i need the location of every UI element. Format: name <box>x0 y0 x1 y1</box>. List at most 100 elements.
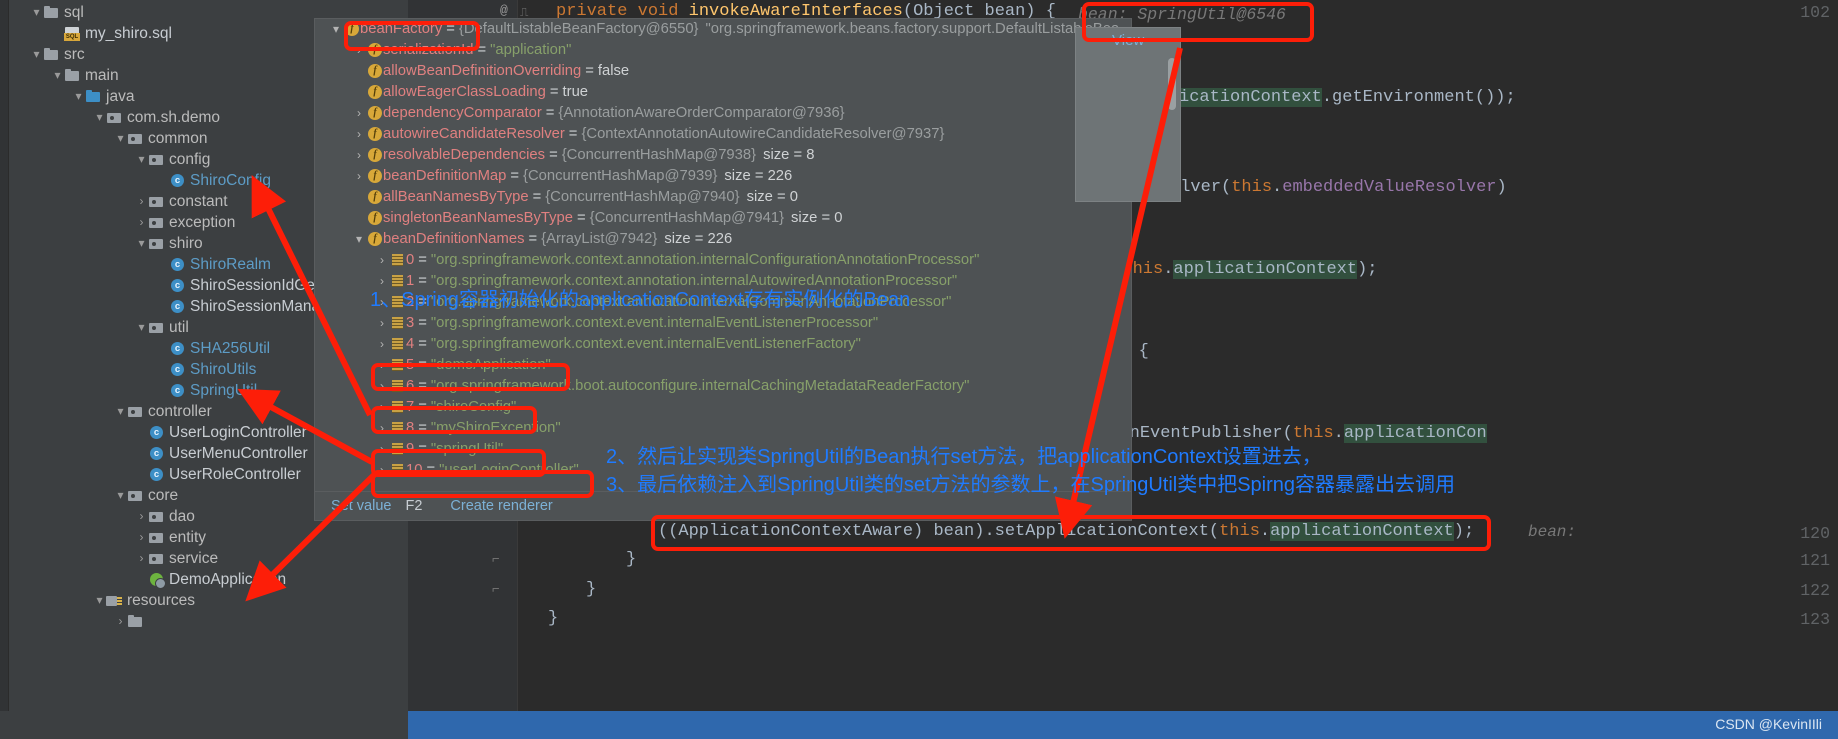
project-tree-item-shiro[interactable]: ▾ shiro <box>9 233 320 254</box>
chevron-down-icon[interactable]: ▾ <box>329 19 343 40</box>
chevron-right-icon[interactable]: › <box>135 191 148 212</box>
set-value-button[interactable]: Set value <box>331 498 391 514</box>
chevron-down-icon[interactable]: ▾ <box>135 149 148 170</box>
equals-sign: = <box>446 21 455 37</box>
project-tree-item-demoapplication[interactable]: ›DemoApplication <box>9 569 320 590</box>
project-tree-item-shirosessionidgener[interactable]: ›ShiroSessionIdGener <box>9 275 320 296</box>
variable-row[interactable]: › 0 = "org.springframework.context.annotati… <box>315 250 1131 271</box>
package-icon <box>148 237 165 251</box>
popup-scrollbar[interactable] <box>1168 58 1176 110</box>
chevron-right-icon[interactable]: › <box>375 418 389 439</box>
variable-reference: {AnnotationAwareOrderComparator@7936} <box>558 105 845 121</box>
chevron-right-icon[interactable]: › <box>114 611 127 632</box>
project-tree-item-core[interactable]: ▾ core <box>9 485 320 506</box>
chevron-right-icon[interactable]: › <box>375 376 389 397</box>
variable-row[interactable]: ›allBeanNamesByType={ConcurrentHashMap@7… <box>315 187 1131 208</box>
project-tree-item-src[interactable]: ▾ src <box>9 44 320 65</box>
chevron-right-icon[interactable]: › <box>352 103 366 124</box>
project-tree-item-service[interactable]: › service <box>9 548 320 569</box>
variable-row[interactable]: › resolvableDependencies={ConcurrentHashM… <box>315 145 1131 166</box>
chevron-right-icon[interactable]: › <box>135 548 148 569</box>
variable-row[interactable]: ›singletonBeanNamesByType={ConcurrentHas… <box>315 208 1131 229</box>
variable-name: serializationId <box>383 42 474 58</box>
create-renderer-button[interactable]: Create renderer <box>450 498 552 514</box>
project-tree-item-springutil[interactable]: ›SpringUtil <box>9 380 320 401</box>
project-tree-item-sql[interactable]: ▾ sql <box>9 2 320 23</box>
project-tree-item-dao[interactable]: › dao <box>9 506 320 527</box>
variable-row[interactable]: › serializationId="application" <box>315 40 1131 61</box>
chevron-down-icon[interactable]: ▾ <box>51 65 64 86</box>
chevron-right-icon[interactable]: › <box>375 334 389 355</box>
variable-row[interactable]: › beanDefinitionMap={ConcurrentHashMap@79… <box>315 166 1131 187</box>
project-tree-item-java[interactable]: ▾ java <box>9 86 320 107</box>
chevron-right-icon[interactable]: › <box>352 166 366 187</box>
chevron-right-icon[interactable]: › <box>375 397 389 418</box>
project-tree-item-constant[interactable]: › constant <box>9 191 320 212</box>
project-tree-item-shiroconfig[interactable]: ›ShiroConfig <box>9 170 320 191</box>
variable-row[interactable]: › 8 = "myShiroExcention" <box>315 418 1131 439</box>
project-tree-item-entity[interactable]: › entity <box>9 527 320 548</box>
chevron-down-icon[interactable]: ▾ <box>72 86 85 107</box>
project-tree-item-my-shiro-sql[interactable]: ›my_shiro.sql <box>9 23 320 44</box>
chevron-down-icon[interactable]: ▾ <box>114 128 127 149</box>
project-tree-item-exception[interactable]: › exception <box>9 212 320 233</box>
chevron-right-icon[interactable]: › <box>352 124 366 145</box>
project-tree-item-userrolecontroller[interactable]: ›UserRoleController <box>9 464 320 485</box>
chevron-down-icon[interactable]: ▾ <box>93 107 106 128</box>
variable-row[interactable]: › 4 = "org.springframework.context.event.in… <box>315 334 1131 355</box>
project-tree-item-common[interactable]: ▾ common <box>9 128 320 149</box>
variable-name: 10 <box>406 462 423 478</box>
chevron-down-icon[interactable]: ▾ <box>30 44 43 65</box>
fold-icon-122[interactable]: ⌐ <box>492 582 500 597</box>
chevron-down-icon[interactable]: ▾ <box>352 229 366 250</box>
project-tree-item-shiroutils[interactable]: ›ShiroUtils <box>9 359 320 380</box>
project-tree-item-userlogincontroller[interactable]: ›UserLoginController <box>9 422 320 443</box>
project-tree-item-sha256util[interactable]: ›SHA256Util <box>9 338 320 359</box>
chevron-down-icon[interactable]: ▾ <box>135 233 148 254</box>
inline-value-popup[interactable]: View <box>1075 27 1181 202</box>
chevron-down-icon[interactable]: ▾ <box>114 401 127 422</box>
variable-name: 4 <box>406 336 415 352</box>
variable-row[interactable]: ›allowEagerClassLoading=true <box>315 82 1131 103</box>
chevron-right-icon[interactable]: › <box>135 212 148 233</box>
chevron-down-icon[interactable]: ▾ <box>114 485 127 506</box>
chevron-down-icon[interactable]: ▾ <box>30 2 43 23</box>
chevron-right-icon[interactable]: › <box>375 250 389 271</box>
chevron-right-icon[interactable]: › <box>352 145 366 166</box>
annotation-marker-icon[interactable]: @ <box>500 3 508 18</box>
project-tree-item-util[interactable]: ▾ util <box>9 317 320 338</box>
variable-row[interactable]: › autowireCandidateResolver={ContextAnnot… <box>315 124 1131 145</box>
chevron-right-icon[interactable]: › <box>135 527 148 548</box>
project-tree-item-resources[interactable]: ▾ resources <box>9 590 320 611</box>
project-tree-item-main[interactable]: ▾ main <box>9 65 320 86</box>
chevron-right-icon[interactable]: › <box>375 439 389 460</box>
project-tree-item-config[interactable]: ▾ config <box>9 149 320 170</box>
project-tree-item-shirorealm[interactable]: ›ShiroRealm <box>9 254 320 275</box>
project-tree-item-com-sh-demo[interactable]: ▾ com.sh.demo <box>9 107 320 128</box>
project-tree-item-shirosessionmanag[interactable]: ›ShiroSessionManag <box>9 296 320 317</box>
chevron-right-icon[interactable]: › <box>375 355 389 376</box>
chevron-down-icon[interactable]: ▾ <box>135 317 148 338</box>
project-tree-item-usermenucontroller[interactable]: ›UserMenuController <box>9 443 320 464</box>
chevron-down-icon[interactable]: ▾ <box>93 590 106 611</box>
chevron-right-icon[interactable]: › <box>352 40 366 61</box>
project-tree-item-controller[interactable]: ▾ controller <box>9 401 320 422</box>
variable-row[interactable]: › dependencyComparator={AnnotationAwareOr… <box>315 103 1131 124</box>
chevron-right-icon[interactable]: › <box>375 460 389 481</box>
variables-tree[interactable]: ▾beanFactory={DefaultListableBeanFactory… <box>315 19 1131 493</box>
variable-row[interactable]: › 6 = "org.springframework.boot.autoconfigu… <box>315 376 1131 397</box>
variable-row[interactable]: › 5 = "demoApplication" <box>315 355 1131 376</box>
project-tree-item-label: entity <box>169 529 207 546</box>
variable-row[interactable]: › 3 = "org.springframework.context.event.in… <box>315 313 1131 334</box>
project-tool-window[interactable]: ▾sql›my_shiro.sql▾src▾main▾java▾com.sh.d… <box>0 0 320 739</box>
project-tree-item[interactable]: › <box>9 611 320 632</box>
variable-row[interactable]: ▾ beanDefinitionNames={ArrayList@7942} siz… <box>315 229 1131 250</box>
variable-row[interactable]: ›allowBeanDefinitionOverriding=false <box>315 61 1131 82</box>
chevron-right-icon[interactable]: › <box>375 313 389 334</box>
fold-icon-121[interactable]: ⌐ <box>492 552 500 567</box>
variable-row[interactable]: › 7 = "shiroConfig" <box>315 397 1131 418</box>
variable-value: size = 8 <box>763 147 815 163</box>
view-link[interactable]: View <box>1112 32 1144 49</box>
chevron-right-icon[interactable]: › <box>135 506 148 527</box>
variable-row[interactable]: ▾ beanFactory={DefaultListableBeanFactory… <box>315 19 1131 40</box>
